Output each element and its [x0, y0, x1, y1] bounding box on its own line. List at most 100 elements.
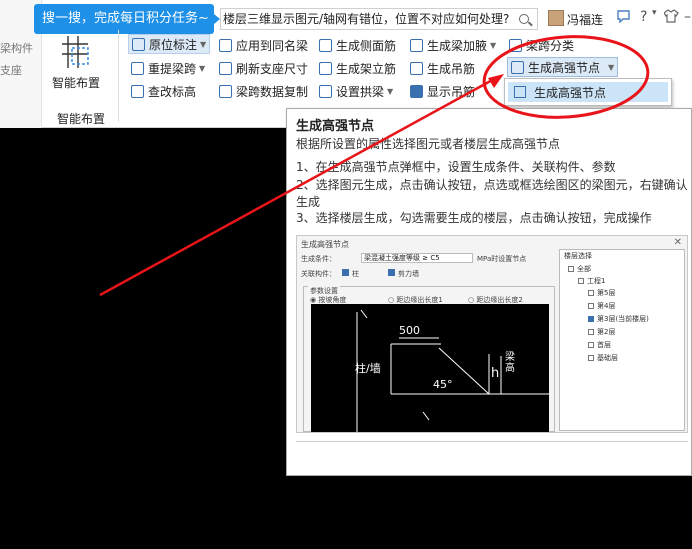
high-strength-node-label: 生成高强节点: [528, 60, 601, 75]
show-hanger-label: 显示吊筋: [427, 84, 476, 99]
check-elevation-button[interactable]: 查改标高: [131, 81, 196, 101]
apply-same-beam-button[interactable]: 应用到同名梁: [219, 35, 308, 55]
cad-dim-500: 500: [399, 324, 420, 337]
checkbox-icon: [588, 329, 594, 335]
tree-item-label: 工程1: [587, 277, 606, 285]
dropdown-menu: 生成高强节点: [504, 78, 672, 106]
classify-icon: [509, 38, 522, 52]
chevron-down-icon[interactable]: ▼: [200, 40, 206, 49]
checkbox-checked-icon: [588, 316, 594, 322]
search-input[interactable]: 楼层三维显示图元/轴网有错位，位置不对应如何处理?: [220, 8, 538, 30]
tree-item-label: 全部: [577, 265, 591, 273]
tree-item: 第3层(当前楼层): [588, 314, 649, 324]
minimize-icon[interactable]: –: [684, 9, 691, 25]
set-arch-beam-button[interactable]: 设置拱梁 ▼: [319, 81, 393, 101]
smart-layout-label: 智能布置: [51, 76, 100, 90]
feature-tooltip: 生成高强节点 根据所设置的属性选择图元或者楼层生成高强节点 1、在生成高强节点弹…: [286, 108, 692, 476]
checkbox-checked-icon[interactable]: [410, 84, 423, 98]
chevron-down-icon[interactable]: ▼: [199, 64, 205, 73]
re-extract-span-button[interactable]: 重提梁跨 ▼: [131, 58, 205, 78]
copy-span-data-button[interactable]: 梁跨数据复制: [219, 81, 308, 101]
group-divider: [118, 30, 119, 122]
avatar[interactable]: [548, 10, 564, 26]
checkbox-icon: [578, 278, 584, 284]
copy-span-data-label: 梁跨数据复制: [236, 84, 309, 99]
annotation-icon: [132, 37, 145, 51]
erection-rebar-button[interactable]: 生成架立筋: [319, 58, 396, 78]
smart-layout-button[interactable]: 智能布置: [46, 32, 106, 94]
tree-item-label: 第2层: [597, 328, 616, 336]
cad-h-label: h: [491, 366, 500, 381]
menu-item-label: 生成高强节点: [534, 85, 607, 100]
beam-span-classify-label: 梁跨分类: [526, 38, 575, 53]
grid-layout-icon: [60, 34, 92, 73]
refresh-icon: [219, 61, 232, 75]
preview-mpa-label: MPa时设置节点: [477, 255, 527, 263]
elevation-icon: [131, 84, 144, 98]
tooltip-step-3: 3、选择楼层生成，勾选需要生成的楼层，点击确认按钮，完成操作: [296, 211, 652, 225]
check-elevation-label: 查改标高: [148, 84, 197, 99]
menu-item-high-strength-node[interactable]: 生成高强节点: [508, 82, 668, 102]
beam-span-classify-button[interactable]: 梁跨分类: [509, 35, 574, 55]
checkbox-icon: [568, 266, 574, 272]
help-icon[interactable]: ?: [640, 9, 647, 25]
tooltip-step-2: 2、选择图元生成，点击确认按钮，点选或框选绘图区的梁图元，右键确认生成: [296, 178, 688, 209]
strip-label-beam: 梁构件: [0, 42, 33, 55]
tree-item-label: 第4层: [597, 302, 616, 310]
dialog-preview-image: 生成高强节点 ✕ 生成条件： 梁混凝土强度等级 ≥ C5 MPa时设置节点 关联…: [296, 235, 688, 433]
in-place-annotation-button[interactable]: 原位标注 ▼: [128, 34, 211, 54]
tree-item: 工程1: [578, 276, 605, 286]
tooltip-title: 生成高强节点: [296, 119, 375, 134]
user-name[interactable]: 冯福连: [567, 11, 603, 28]
haunch-icon: [410, 38, 423, 52]
cad-angle-label: 45°: [433, 378, 453, 391]
speech-bubble-icon[interactable]: [616, 9, 631, 27]
hanger-rebar-label: 生成吊筋: [427, 61, 476, 76]
search-tip-bubble[interactable]: 搜一搜，完成每日积分任务~: [34, 4, 220, 34]
checkbox-icon: [588, 355, 594, 361]
checkbox-icon: [588, 290, 594, 296]
in-place-annotation-label: 原位标注: [149, 37, 198, 52]
refresh-support-label: 刷新支座尺寸: [236, 61, 309, 76]
tree-item-label: 基础层: [597, 354, 618, 362]
preview-related-label: 关联构件：: [301, 270, 336, 278]
side-rebar-button[interactable]: 生成侧面筋: [319, 35, 396, 55]
preview-col-label: 柱: [352, 270, 359, 278]
set-arch-beam-label: 设置拱梁: [336, 84, 385, 99]
chevron-down-icon[interactable]: ▼: [490, 41, 496, 50]
side-rebar-label: 生成侧面筋: [336, 38, 397, 53]
hanger-icon: [410, 61, 423, 75]
refresh-support-button[interactable]: 刷新支座尺寸: [219, 58, 308, 78]
chevron-down-icon[interactable]: ▼: [608, 63, 614, 72]
checkbox-checked-icon: [388, 269, 395, 276]
chevron-down-icon[interactable]: ▾: [652, 8, 657, 18]
erection-rebar-icon: [319, 61, 332, 75]
re-extract-span-label: 重提梁跨: [148, 61, 197, 76]
copy-icon: [219, 84, 232, 98]
checkbox-icon: [588, 342, 594, 348]
tree-item-label: 首层: [597, 341, 611, 349]
chevron-down-icon[interactable]: ▼: [387, 87, 393, 96]
tree-item: 基础层: [588, 353, 618, 363]
tree-item: 第4层: [588, 301, 615, 311]
apply-same-beam-label: 应用到同名梁: [236, 38, 309, 53]
side-rebar-icon: [319, 38, 332, 52]
beam-haunch-button[interactable]: 生成梁加腋 ▼: [410, 35, 496, 55]
show-hanger-checkbox[interactable]: 显示吊筋: [410, 81, 475, 101]
preview-opt-3-label: 距边缘出长度2: [476, 296, 523, 304]
tree-item: 全部: [568, 264, 591, 274]
node-icon: [511, 60, 524, 74]
tooltip-step-1: 1、在生成高强节点弹框中，设置生成条件、关联构件、参数: [296, 160, 616, 174]
tree-item: 第2层: [588, 327, 615, 337]
preview-cond-input: 梁混凝土强度等级 ≥ C5: [361, 253, 473, 263]
high-strength-node-button[interactable]: 生成高强节点 ▼: [507, 57, 619, 77]
preview-cad-drawing: 500 柱/墙 45° h 梁高: [311, 304, 549, 432]
tree-item-label: 第3层(当前楼层): [597, 315, 649, 323]
search-icon[interactable]: [519, 14, 529, 24]
cad-col-label: 柱/墙: [355, 362, 381, 375]
beam-haunch-label: 生成梁加腋: [427, 38, 488, 53]
hanger-rebar-button[interactable]: 生成吊筋: [410, 58, 475, 78]
preview-dialog-title: 生成高强节点: [301, 240, 349, 249]
shirt-icon[interactable]: [663, 9, 679, 27]
preview-floor-tree: 楼层选择 全部 工程1 第5层 第4层 第3层(当前楼层) 第2层 首层 基础层: [559, 249, 685, 431]
